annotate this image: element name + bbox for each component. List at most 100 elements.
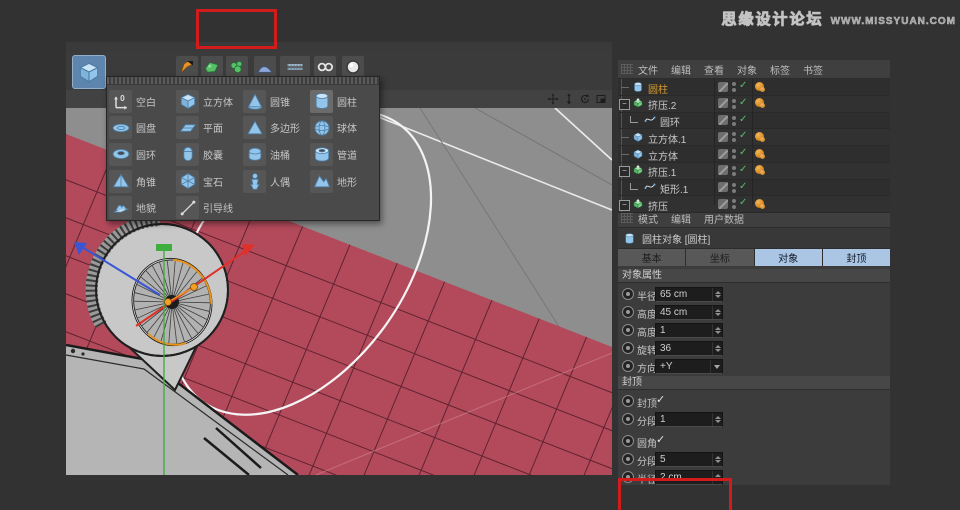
checkbox-checked-icon[interactable]: ✓ [656,433,665,446]
stepper-arrows[interactable] [712,342,722,355]
panel-grip-icon[interactable] [621,64,633,74]
layer-toggle-icon[interactable] [718,98,728,108]
object-row-挤压.2[interactable]: −挤压.2✓ [618,96,890,113]
palette-item-油桶[interactable]: 油桶 [243,141,310,168]
key-radio-icon[interactable] [622,342,634,354]
phong-tag-icon[interactable] [755,82,764,91]
om-menu-0[interactable]: 文件 [638,62,658,77]
value-input[interactable]: 1 [655,323,723,338]
palette-item-圆盘[interactable]: 圆盘 [109,115,176,142]
visibility-dot-render[interactable] [732,138,736,142]
expander-minus-icon[interactable]: − [619,166,630,177]
key-radio-icon[interactable] [622,413,634,425]
toggle-view-icon[interactable] [594,92,608,106]
expander-minus-icon[interactable]: − [619,99,630,110]
phong-tag-icon[interactable] [755,98,764,107]
key-radio-icon[interactable] [622,360,634,372]
add-primitive-button[interactable] [72,55,106,89]
object-name[interactable]: 挤压.1 [648,164,676,179]
camera-light-button[interactable] [314,56,336,78]
enabled-check-icon[interactable]: ✓ [739,80,747,91]
tab-坐标[interactable]: 坐标 [686,249,753,266]
stepper-arrows[interactable] [712,324,722,337]
visibility-dot-render[interactable] [732,122,736,126]
layer-toggle-icon[interactable] [718,182,728,192]
rotate-icon[interactable] [578,92,592,106]
chevron-down-icon[interactable] [710,360,722,373]
palette-item-圆锥[interactable]: 圆锥 [243,88,310,115]
key-radio-icon[interactable] [622,306,634,318]
object-row-圆柱[interactable]: 圆柱 ✓ [618,79,890,96]
palette-item-多边形[interactable]: 多边形 [243,115,310,142]
om-menu-3[interactable]: 对象 [737,62,757,77]
visibility-dot-render[interactable] [732,105,736,109]
palette-item-球体[interactable]: 球体 [310,115,377,142]
object-name[interactable]: 矩形.1 [660,181,688,196]
layer-toggle-icon[interactable] [718,165,728,175]
key-radio-icon[interactable] [622,288,634,300]
om-menu-1[interactable]: 编辑 [671,62,691,77]
key-radio-icon[interactable] [622,453,634,465]
palette-item-宝石[interactable]: 宝石 [176,168,243,195]
enabled-check-icon[interactable]: ✓ [739,130,747,141]
palette-item-圆环[interactable]: 圆环 [109,141,176,168]
palette-item-人偶[interactable]: 人偶 [243,168,310,195]
object-name[interactable]: 圆柱 [648,81,668,96]
stepper-arrows[interactable] [712,413,722,426]
deformers-button[interactable] [254,56,276,78]
palette-item-空白[interactable]: 0空白 [109,88,176,115]
visibility-dot-editor[interactable] [732,149,736,153]
object-row-圆环[interactable]: 圆环 ✓ [618,113,890,130]
om-menu-4[interactable]: 标签 [770,62,790,77]
phong-tag-icon[interactable] [755,132,764,141]
phong-tag-icon[interactable] [755,165,764,174]
palette-item-地形[interactable]: 地形 [310,168,377,195]
object-row-立方体[interactable]: 立方体✓ [618,146,890,163]
visibility-dot-render[interactable] [732,88,736,92]
palette-item-立方体[interactable]: 立方体 [176,88,243,115]
layer-toggle-icon[interactable] [718,132,728,142]
subdivision-surface-button[interactable] [201,56,223,78]
value-input[interactable]: 45 cm [655,305,723,320]
visibility-dot-render[interactable] [732,205,736,209]
panel-grip-icon[interactable] [621,213,633,223]
visibility-dot-editor[interactable] [732,132,736,136]
object-row-挤压[interactable]: − 挤压 ✓ [618,196,890,213]
layer-toggle-icon[interactable] [718,199,728,209]
object-name[interactable]: 圆环 [660,114,680,129]
checkbox-checked-icon[interactable]: ✓ [656,393,665,406]
environment-button[interactable] [280,56,310,78]
layer-toggle-icon[interactable] [718,115,728,125]
stepper-arrows[interactable] [712,288,722,301]
tab-基本[interactable]: 基本 [618,249,685,266]
enabled-check-icon[interactable]: ✓ [739,197,747,208]
visibility-dot-editor[interactable] [732,199,736,203]
visibility-dot-editor[interactable] [732,166,736,170]
phong-tag-icon[interactable] [755,199,764,208]
palette-item-引导线[interactable]: 引导线 [176,194,243,221]
enabled-check-icon[interactable]: ✓ [739,114,747,125]
pan-icon[interactable] [546,92,560,106]
material-sphere-button[interactable] [342,56,364,78]
visibility-dot-render[interactable] [732,172,736,176]
visibility-dot-render[interactable] [732,155,736,159]
stepper-arrows[interactable] [712,306,722,319]
key-radio-icon[interactable] [622,395,634,407]
layer-toggle-icon[interactable] [718,82,728,92]
palette-item-管道[interactable]: 管道 [310,141,377,168]
direction-dropdown[interactable]: +Y [655,359,723,374]
enabled-check-icon[interactable]: ✓ [739,147,747,158]
stepper-arrows[interactable] [712,453,722,466]
value-input[interactable]: 5 [655,452,723,467]
object-name[interactable]: 挤压 [648,198,668,213]
visibility-dot-render[interactable] [732,189,736,193]
tab-封顶[interactable]: 封顶 [823,249,890,266]
enabled-check-icon[interactable]: ✓ [739,97,747,108]
value-input[interactable]: 1 [655,412,723,427]
expander-minus-icon[interactable]: − [619,200,630,211]
tab-对象[interactable]: 对象 [755,249,822,266]
visibility-dot-editor[interactable] [732,99,736,103]
palette-item-地貌[interactable]: 地貌 [109,194,176,221]
palette-item-圆柱[interactable]: 圆柱 [310,88,377,115]
value-input[interactable]: 36 [655,341,723,356]
